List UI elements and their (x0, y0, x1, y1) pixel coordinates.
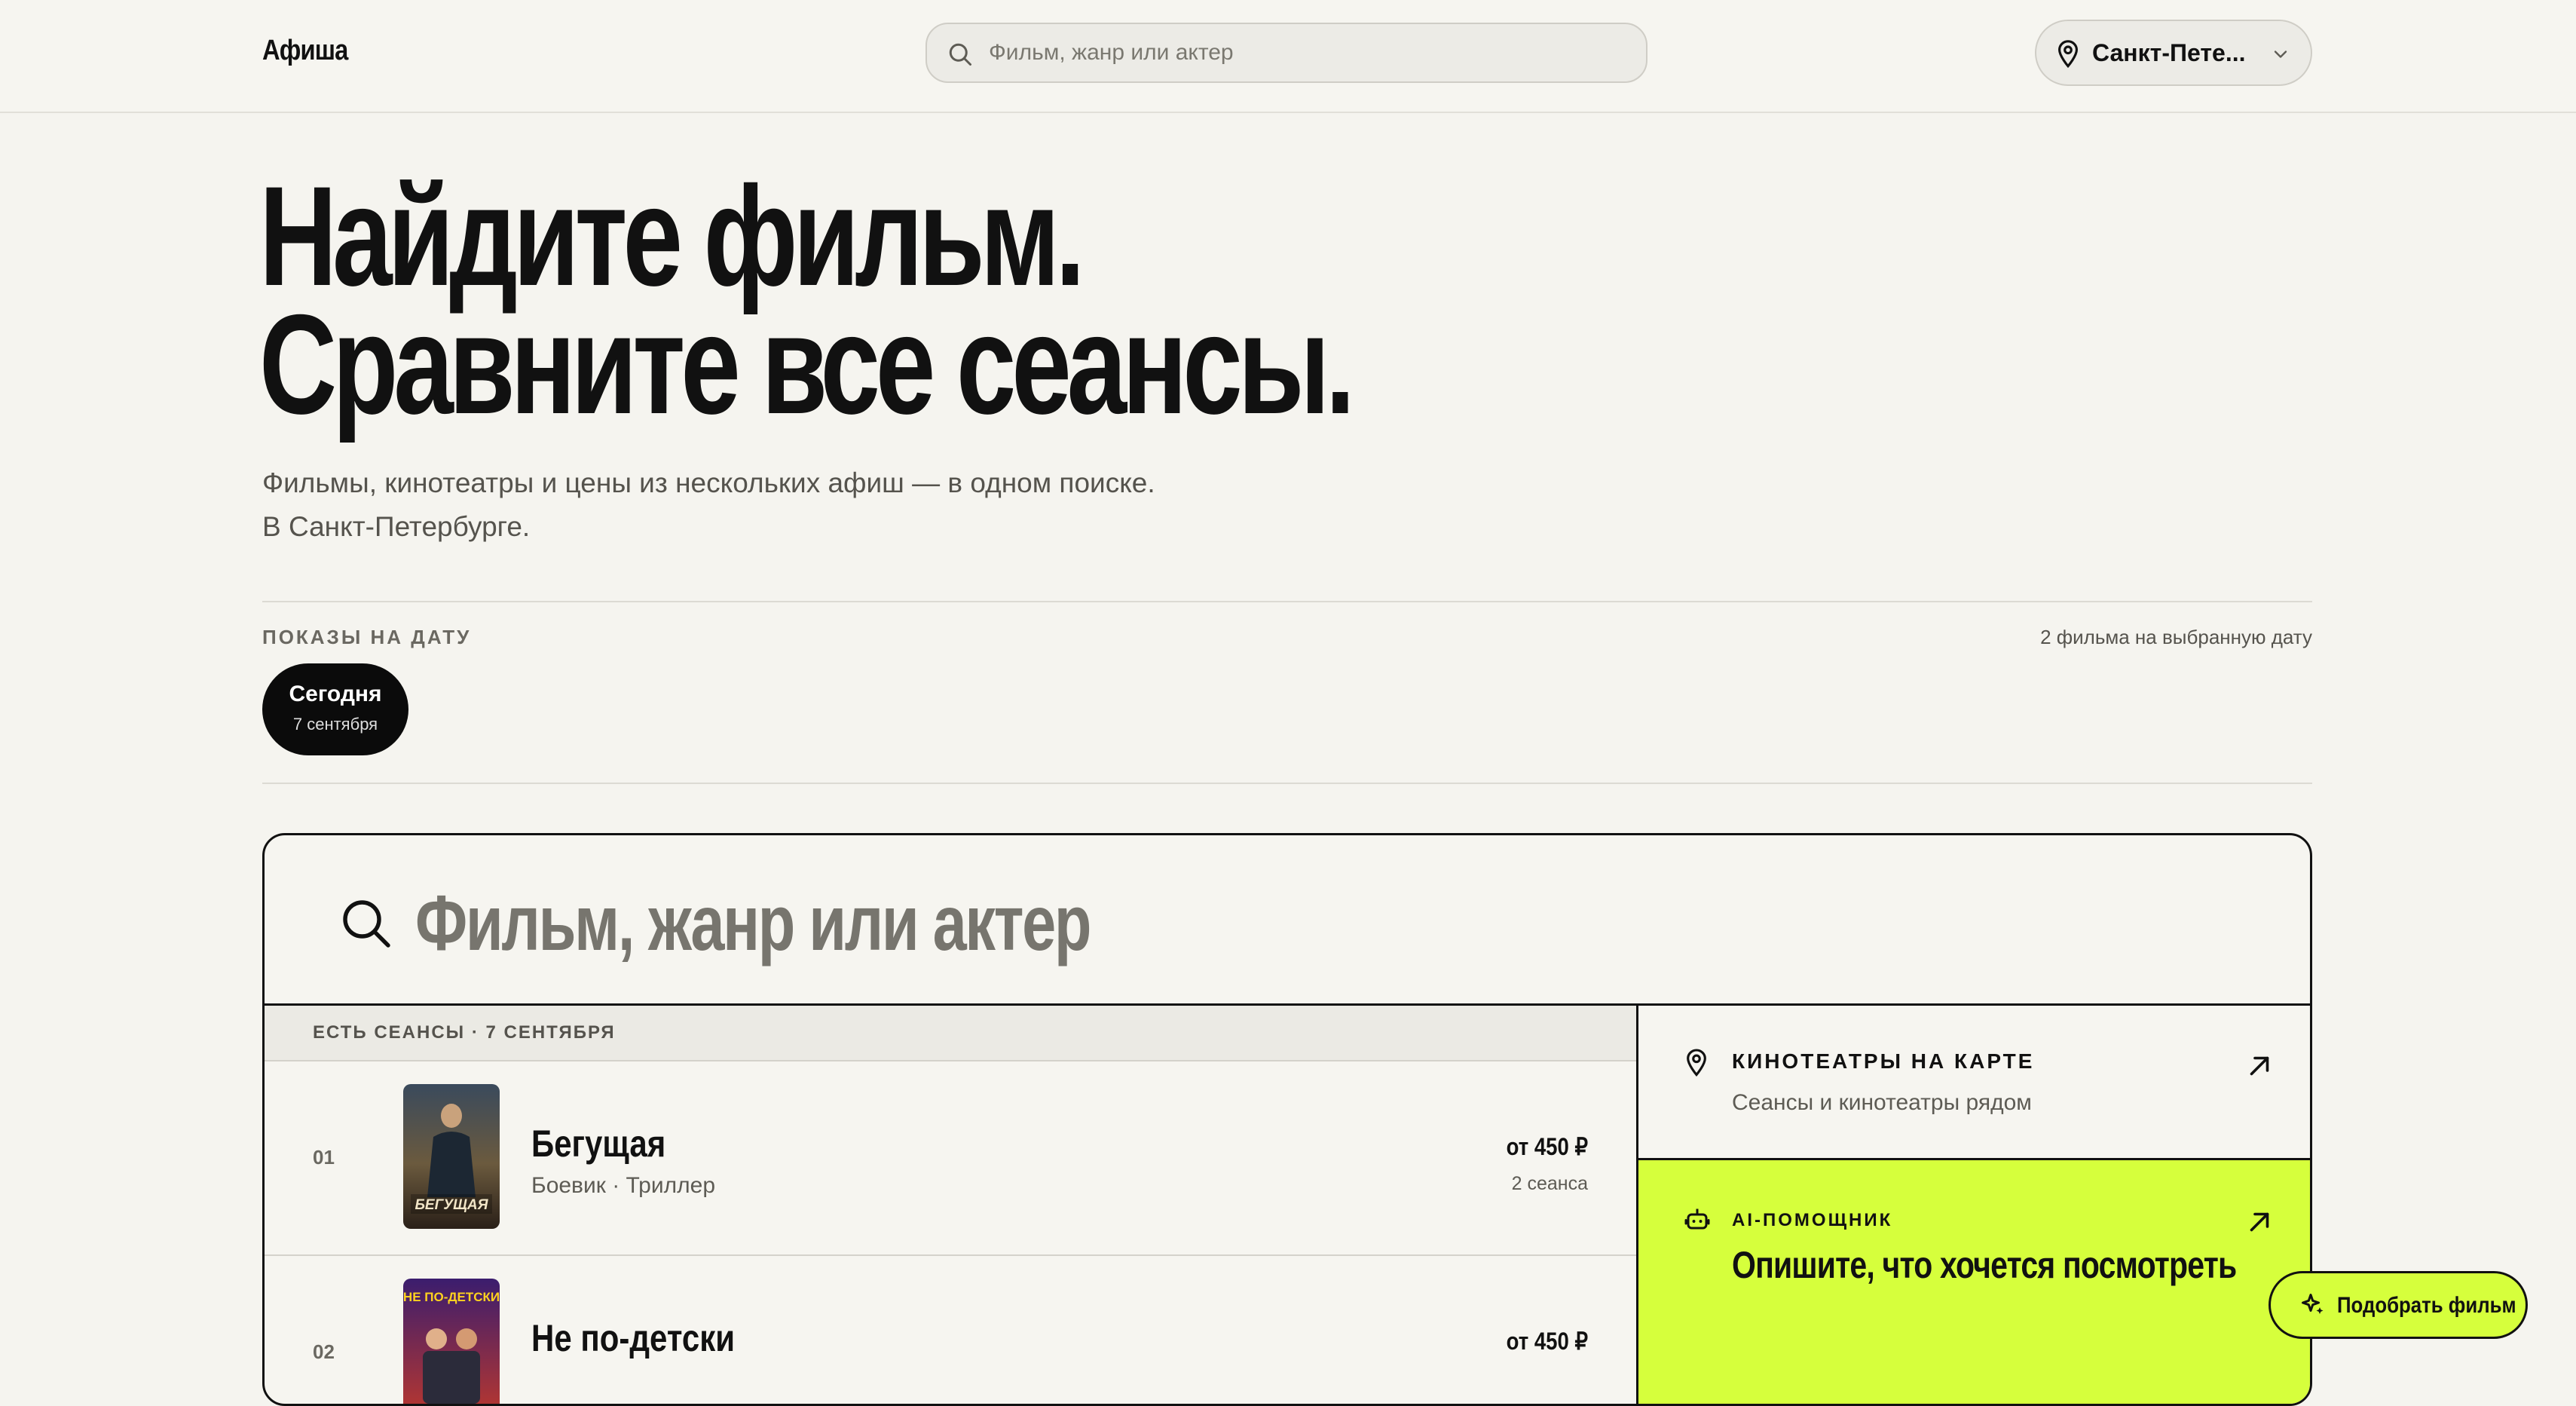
film-sessions: 2 сеанса (1511, 1173, 1588, 1194)
pick-film-button[interactable]: Подобрать фильм (2269, 1271, 2528, 1339)
ai-assistant-card[interactable]: AI-ПОМОЩНИК Опишите, что хочется посмотр… (1638, 1160, 2310, 1404)
header-search-input[interactable]: Фильм, жанр или актер (925, 23, 1647, 83)
arrow-up-right-icon (2250, 1056, 2269, 1076)
header-search-placeholder: Фильм, жанр или актер (989, 40, 1234, 65)
film-row[interactable]: 01 БЕГУЩАЯ Бегущая Боевик · Триллер от 4… (265, 1061, 1636, 1256)
side-panel: КИНОТЕАТРЫ НА КАРТЕ Сеансы и кинотеатры … (1636, 1006, 2310, 1404)
film-number: 01 (313, 1146, 335, 1169)
chevron-down-icon (2274, 51, 2287, 58)
divider (262, 783, 2312, 784)
date-pill-today[interactable]: Сегодня 7 сентября (262, 663, 408, 755)
top-bar: Афиша Фильм, жанр или актер Санкт-Пете..… (0, 0, 2576, 113)
search-panel: Фильм, жанр или актер ЕСТЬ СЕАНСЫ · 7 СЕ… (262, 833, 2312, 1406)
date-pill-date: 7 сентября (292, 715, 378, 734)
arrow-up-right-icon (2250, 1212, 2269, 1232)
poster-title: НЕ ПО-ДЕТСКИ (403, 1290, 500, 1304)
logo[interactable]: Афиша (262, 35, 348, 67)
film-list-header-label: ЕСТЬ СЕАНСЫ · 7 СЕНТЯБРЯ (313, 1022, 616, 1043)
film-price: от 450 ₽ (1506, 1133, 1588, 1160)
film-title[interactable]: Не по-детски (531, 1316, 735, 1360)
sparkle-icon (2302, 1294, 2324, 1314)
map-card-title: КИНОТЕАТРЫ НА КАРТЕ (1732, 1049, 2035, 1073)
city-selector[interactable]: Санкт-Пете... (2035, 20, 2312, 86)
film-title[interactable]: Бегущая (531, 1122, 665, 1166)
poster-title: БЕГУЩАЯ (415, 1197, 488, 1213)
hero-title-line-2: Сравните все сеансы. (259, 285, 1355, 443)
city-label: Санкт-Пете... (2092, 39, 2246, 66)
hero-title-line-1: Найдите фильм. (259, 157, 1085, 315)
pick-film-label: Подобрать фильм (2337, 1293, 2516, 1318)
date-pill-day: Сегодня (289, 682, 382, 706)
map-card[interactable]: КИНОТЕАТРЫ НА КАРТЕ Сеансы и кинотеатры … (1638, 1006, 2310, 1160)
hero-subtitle-line-2: В Санкт-Петербурге. (262, 511, 531, 542)
main-search-input[interactable]: Фильм, жанр или актер (415, 879, 1091, 969)
film-price: от 450 ₽ (1506, 1328, 1588, 1355)
film-row[interactable]: 02 НЕ ПО-ДЕТСКИ Не по-детски от 450 ₽ (265, 1256, 1636, 1404)
location-pin-icon (2057, 40, 2079, 69)
divider (262, 601, 2312, 602)
hero-title: Найдите фильм. Сравните все сеансы. (259, 157, 1355, 443)
film-list-header: ЕСТЬ СЕАНСЫ · 7 СЕНТЯБРЯ (265, 1006, 1636, 1061)
film-genre: Боевик · Триллер (531, 1173, 715, 1198)
hero-subtitle: Фильмы, кинотеатры и цены из нескольких … (262, 461, 1155, 549)
hero-subtitle-line-1: Фильмы, кинотеатры и цены из нескольких … (262, 467, 1155, 498)
film-list: ЕСТЬ СЕАНСЫ · 7 СЕНТЯБРЯ 01 БЕГУЩАЯ Бегу… (265, 1006, 1636, 1404)
map-card-subtitle: Сеансы и кинотеатры рядом (1732, 1090, 2032, 1115)
robot-icon (1684, 1208, 1710, 1230)
films-count: 2 фильма на выбранную дату (2040, 626, 2312, 648)
location-pin-icon (1687, 1049, 1706, 1077)
ai-card-title: AI-ПОМОЩНИК (1732, 1210, 1893, 1230)
search-icon (343, 900, 390, 948)
film-poster[interactable]: БЕГУЩАЯ (403, 1084, 500, 1229)
film-number: 02 (313, 1340, 335, 1363)
dates-label: ПОКАЗЫ НА ДАТУ (262, 626, 472, 648)
ai-card-subtitle: Опишите, что хочется посмотреть (1732, 1244, 2237, 1286)
search-icon (949, 43, 971, 66)
film-poster[interactable]: НЕ ПО-ДЕТСКИ (403, 1279, 500, 1404)
